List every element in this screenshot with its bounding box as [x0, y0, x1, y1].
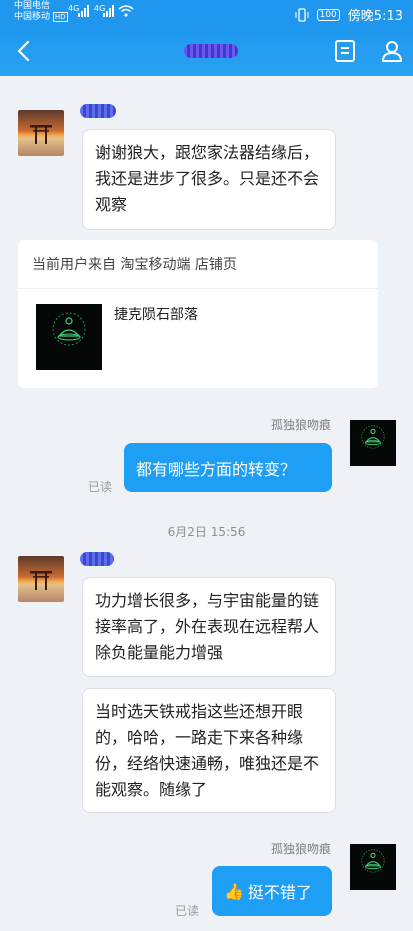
- person-icon[interactable]: [380, 39, 404, 63]
- document-icon[interactable]: [334, 39, 356, 63]
- avatar[interactable]: [350, 844, 396, 890]
- carrier-1: 中国电信: [14, 1, 51, 11]
- read-status: 已读: [88, 480, 113, 494]
- shop-logo[interactable]: [36, 304, 102, 370]
- chat-header: [0, 26, 413, 76]
- avatar[interactable]: [350, 420, 396, 466]
- source-header: 当前用户来自 淘宝移动端 店铺页: [32, 257, 237, 273]
- message-bubble[interactable]: 当时选天铁戒指这些还想开眼的，哈哈，一路走下来各种缘份，经络快速通畅，唯独还是不…: [82, 688, 336, 813]
- message-bubble[interactable]: 谢谢狼大，跟您家法器结缘后，我还是进步了很多。只是还不会观察: [82, 129, 336, 230]
- status-bar: 中国电信 中国移动 HD 4G 4G 100 傍晚5:13: [0, 0, 413, 26]
- avatar[interactable]: [18, 556, 64, 602]
- sender-name-redacted: [80, 104, 116, 118]
- clock: 傍晚5:13: [347, 9, 403, 24]
- wifi-icon: [118, 5, 134, 17]
- hd-badge: HD: [52, 12, 68, 22]
- signal-bars-icon: [78, 5, 89, 17]
- signal-bars-icon: [103, 5, 114, 17]
- message-text: 挺不错了: [247, 883, 312, 902]
- sender-name-redacted: [80, 552, 114, 566]
- torii-icon: [30, 571, 52, 590]
- sender-nickname: 孤独狼吻痕: [270, 418, 331, 432]
- read-status: 已读: [175, 904, 200, 918]
- divider: [18, 288, 378, 289]
- message-bubble[interactable]: 👍 挺不错了: [212, 866, 332, 916]
- sender-nickname: 孤独狼吻痕: [270, 842, 331, 856]
- status-right: 100 傍晚5:13: [295, 5, 403, 24]
- chat-title-redacted: [184, 44, 238, 58]
- meditation-emblem-icon: [361, 425, 385, 449]
- timestamp: 6月2日 15:56: [167, 525, 246, 539]
- avatar[interactable]: [18, 110, 64, 156]
- thumbs-up-icon: 👍: [224, 881, 244, 901]
- meditation-emblem-icon: [361, 849, 385, 873]
- torii-icon: [30, 125, 52, 144]
- carrier-info: 中国电信 中国移动 HD: [14, 1, 68, 23]
- message-bubble[interactable]: 都有哪些方面的转变？: [124, 443, 332, 492]
- carrier-2: 中国移动 HD: [14, 12, 68, 22]
- vibrate-icon: [295, 7, 309, 22]
- meditation-emblem-icon: [52, 312, 86, 346]
- source-card[interactable]: 当前用户来自 淘宝移动端 店铺页 捷克陨石部落: [18, 240, 378, 388]
- shop-name[interactable]: 捷克陨石部落: [114, 304, 198, 324]
- battery-indicator: 100: [316, 8, 340, 21]
- message-bubble[interactable]: 功力增长很多，与宇宙能量的链接率高了，外在表现在远程帮人除负能量能力增强: [82, 577, 336, 677]
- chevron-left-icon[interactable]: [12, 38, 36, 64]
